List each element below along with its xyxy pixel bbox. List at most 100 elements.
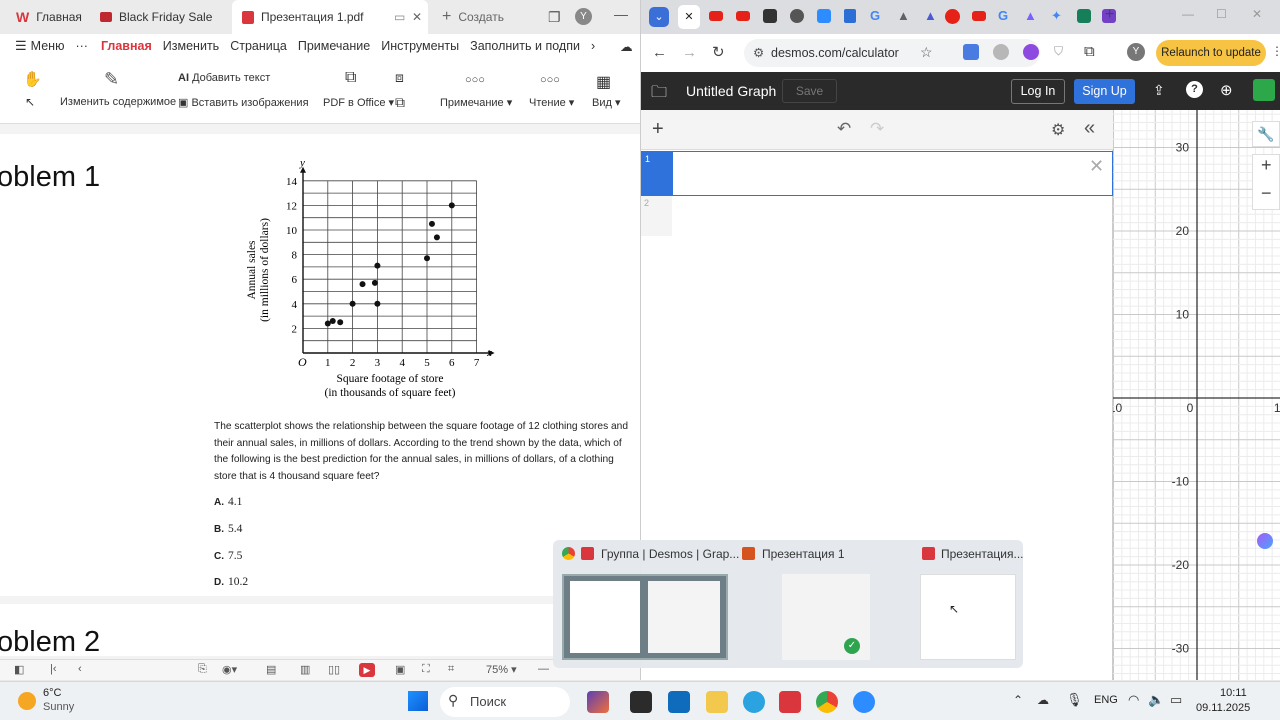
help-icon[interactable]: ? [1186, 81, 1203, 98]
menu-item-menu[interactable]: Меню [31, 39, 65, 53]
tab-icon[interactable]: ▲ [1024, 8, 1037, 23]
tab-black-friday[interactable]: Black Friday Sale [90, 0, 222, 34]
zoom-in-icon[interactable]: + [1261, 155, 1272, 176]
annotation-button[interactable]: Примечание ▾ [440, 96, 512, 109]
cloud-icon[interactable]: ☁ [620, 39, 633, 54]
view-button[interactable]: Вид ▾ [592, 96, 620, 109]
clock-time[interactable]: 10:11 [1220, 687, 1247, 699]
minimize-icon[interactable]: — [1182, 7, 1194, 21]
wrench-icon[interactable]: 🔧 [1252, 121, 1280, 147]
ai-assistant-icon[interactable] [1257, 533, 1273, 549]
puzzle-icon[interactable]: ⧉ [1084, 43, 1095, 60]
menu-item-annotation[interactable]: Примечание [298, 39, 370, 53]
globe-icon[interactable]: ⊕ [1220, 81, 1233, 99]
store-icon[interactable] [668, 691, 690, 713]
tab-home[interactable]: W Главная [6, 0, 92, 34]
battery-icon[interactable]: ▭ [1170, 692, 1182, 708]
insert-images-button[interactable]: ▣ Вставить изображения [178, 96, 309, 109]
edit-content-button[interactable]: Изменить содержимое [60, 96, 176, 108]
menu-item-home[interactable]: Главная [101, 39, 152, 53]
tab-icon[interactable] [1077, 9, 1091, 23]
weather-desc[interactable]: Sunny [43, 701, 74, 713]
pdf-to-office-button[interactable]: PDF в Office ▾ [323, 96, 394, 109]
google-tab-icon[interactable]: G [998, 8, 1008, 23]
tab-icon[interactable]: ▲ [924, 8, 937, 23]
minimize-icon[interactable]: — [614, 6, 628, 22]
first-page-icon[interactable]: |‹ [50, 663, 57, 675]
tab-icon[interactable] [790, 9, 804, 23]
tab-create[interactable]: + Создать [432, 0, 514, 34]
tab-icon[interactable] [945, 9, 960, 24]
reading-button[interactable]: Чтение ▾ [529, 96, 574, 109]
menu-kebab-icon[interactable]: ⋮ [1271, 44, 1280, 58]
add-text-button[interactable]: AI Добавить текст [178, 72, 270, 84]
zoom-tab-icon[interactable] [817, 9, 831, 23]
youtube-tab-icon[interactable] [736, 11, 750, 21]
tab-search-icon[interactable]: ⌄ [649, 7, 669, 27]
file-explorer-icon[interactable] [706, 691, 728, 713]
zoom-out-icon[interactable]: — [538, 663, 549, 675]
microphone-icon[interactable]: 🎙 [1066, 692, 1083, 708]
single-page-icon[interactable]: ▤ [266, 663, 276, 676]
restore-icon[interactable]: ❐ [548, 9, 561, 26]
clock-date[interactable]: 09.11.2025 [1196, 702, 1250, 714]
preview-thumbnail-desmos[interactable] [562, 574, 728, 660]
translate-extension-icon[interactable] [963, 44, 979, 60]
extension-icon[interactable] [993, 44, 1009, 60]
share-icon[interactable]: ⇪ [1153, 82, 1165, 99]
expression-number[interactable]: 2 [641, 196, 672, 236]
taskbar-search[interactable]: ⚲ Поиск [440, 687, 570, 717]
close-window-icon[interactable]: ✕ [1252, 7, 1262, 21]
maximize-icon[interactable]: ☐ [1216, 7, 1227, 21]
extension-icon[interactable] [1023, 44, 1039, 60]
widgets-icon[interactable] [587, 691, 609, 713]
extension-badge-icon[interactable] [1253, 79, 1275, 101]
avatar[interactable]: Y [575, 8, 592, 25]
menu-item-page[interactable]: Страница [230, 39, 287, 53]
relaunch-button[interactable]: Relaunch to update [1156, 40, 1266, 66]
collapse-panel-icon[interactable]: « [1084, 117, 1095, 140]
copy-icon[interactable]: ⧉ [395, 94, 405, 111]
drive-tab-icon[interactable]: ▲ [897, 8, 910, 23]
chevron-right-icon[interactable]: › [591, 39, 595, 53]
hand-tool-icon[interactable]: ✋ [23, 70, 42, 88]
settings-gear-icon[interactable]: ⚙ [1051, 120, 1065, 140]
gemini-tab-icon[interactable]: ✦ [1051, 8, 1062, 24]
two-page-icon[interactable]: ▯▯ [328, 663, 340, 676]
profile-avatar[interactable]: Y [1127, 43, 1145, 61]
add-expression-icon[interactable]: + [652, 118, 664, 141]
windows-start-icon[interactable] [408, 691, 428, 711]
bookmark-star-icon[interactable]: ☆ [920, 44, 933, 61]
zoom-level[interactable]: 75% ▾ [486, 663, 517, 676]
more-icon[interactable]: ··· [75, 39, 88, 53]
eye-icon[interactable]: ◉▾ [222, 663, 237, 676]
select-tool-icon[interactable]: ↖ [25, 95, 35, 109]
volume-icon[interactable]: 🔈 [1148, 692, 1164, 708]
prev-page-icon[interactable]: ‹ [78, 663, 82, 675]
folder-icon[interactable]: 🗀 [651, 81, 667, 108]
preview-thumbnail-presentation[interactable]: ✓ [782, 574, 870, 660]
expression-row-1[interactable]: 1 ✕ [641, 151, 1113, 196]
crop-icon[interactable]: ⌗ [448, 663, 454, 676]
menu-icon[interactable]: ☰ [15, 38, 27, 54]
export-icon[interactable]: ⎘ [198, 663, 207, 676]
forward-icon[interactable]: → [682, 44, 697, 61]
shield-icon[interactable]: ⛉ [1054, 44, 1063, 59]
plus-icon[interactable]: + [1105, 6, 1114, 24]
youtube-tab-icon[interactable] [972, 11, 986, 21]
graph-canvas[interactable]: 30 20 10 -10 -20 -30 -10 0 10 🔧 + − [1113, 110, 1280, 680]
zoom-out-icon[interactable]: − [1261, 183, 1272, 204]
close-icon[interactable]: ✕ [412, 10, 422, 24]
site-info-icon[interactable]: ⚙ [753, 45, 764, 60]
menu-item-tools[interactable]: Инструменты [381, 39, 459, 53]
tray-chevron-icon[interactable]: ⌃ [1013, 693, 1023, 707]
play-icon[interactable]: ▶ [359, 663, 375, 677]
youtube-tab-icon[interactable] [709, 11, 723, 21]
convert-icon[interactable]: ⧈ [395, 69, 404, 86]
save-button[interactable]: Save [782, 79, 837, 103]
wps-icon[interactable] [779, 691, 801, 713]
tray-icon[interactable]: ☁ [1037, 693, 1049, 707]
fit-icon[interactable]: ▣ [395, 663, 405, 676]
sun-icon[interactable] [18, 692, 36, 710]
tab-presentation-pdf[interactable]: Презентация 1.pdf ▭ ✕ [232, 0, 428, 34]
